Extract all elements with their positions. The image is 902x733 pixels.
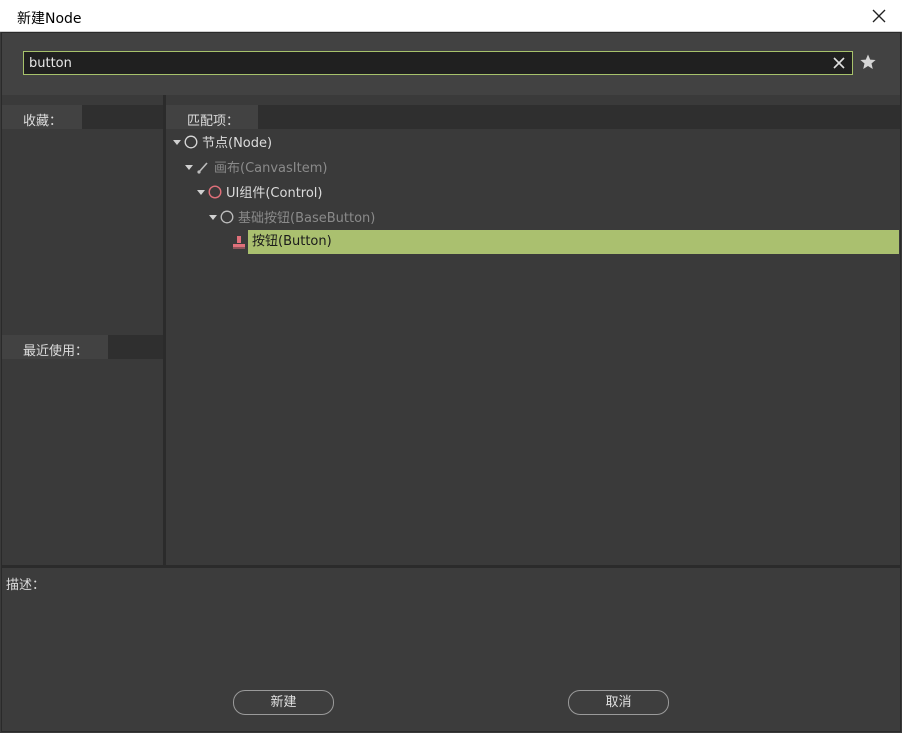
recent-tabbar: 最近使用： [2, 335, 163, 359]
cancel-button[interactable]: 取消 [568, 690, 669, 715]
create-node-dialog: 收藏： 最近使用： 匹配项： 节点(Node) [1, 32, 901, 732]
recent-list[interactable] [2, 359, 163, 565]
expand-arrow-icon[interactable] [184, 162, 194, 172]
description-panel: 描述： [2, 568, 900, 731]
tree-row-canvasitem[interactable]: 画布(CanvasItem) [166, 154, 900, 179]
matches-pane: 匹配项： 节点(Node) 画布(CanvasItem) UI组件(Contro… [166, 95, 900, 565]
brush-icon [197, 161, 208, 174]
tree-item-label: 画布(CanvasItem) [214, 161, 328, 176]
expand-arrow-icon[interactable] [172, 137, 182, 147]
tree-item-label: 按钮(Button) [248, 229, 899, 254]
red-circle-icon [208, 184, 222, 199]
search-box [23, 51, 853, 75]
description-label: 描述： [6, 578, 46, 593]
tree-item-label: 基础按钮(BaseButton) [238, 211, 376, 226]
tree-item-label: UI组件(Control) [226, 186, 323, 201]
matches-tree: 节点(Node) 画布(CanvasItem) UI组件(Control) 基础… [166, 129, 900, 565]
tree-item-label: 节点(Node) [202, 136, 273, 151]
close-icon[interactable] [870, 7, 888, 25]
clear-search-icon[interactable] [831, 55, 847, 71]
create-button[interactable]: 新建 [233, 690, 334, 715]
search-row [2, 33, 900, 95]
expand-arrow-icon[interactable] [196, 187, 206, 197]
search-input[interactable] [24, 52, 814, 74]
expand-arrow-icon[interactable] [208, 212, 218, 222]
favorites-list[interactable] [2, 129, 163, 325]
tree-row-node[interactable]: 节点(Node) [166, 129, 900, 154]
circle-icon [220, 210, 234, 223]
tree-row-control[interactable]: UI组件(Control) [166, 179, 900, 204]
favorites-tabbar: 收藏： [2, 105, 163, 129]
matches-tabbar: 匹配项： [166, 105, 900, 129]
left-pane: 收藏： 最近使用： [2, 95, 163, 565]
favorite-star-icon[interactable] [859, 53, 877, 71]
tree-row-basebutton[interactable]: 基础按钮(BaseButton) [166, 204, 900, 229]
tab-matches[interactable]: 匹配项： [166, 105, 258, 129]
title-bar: 新建Node [0, 0, 902, 32]
tab-recent[interactable]: 最近使用： [2, 335, 108, 359]
button-node-icon [233, 235, 245, 248]
tab-favorites[interactable]: 收藏： [2, 105, 82, 129]
circle-icon [184, 135, 198, 148]
tree-row-button[interactable]: 按钮(Button) [166, 229, 900, 254]
window-title: 新建Node [17, 11, 82, 27]
